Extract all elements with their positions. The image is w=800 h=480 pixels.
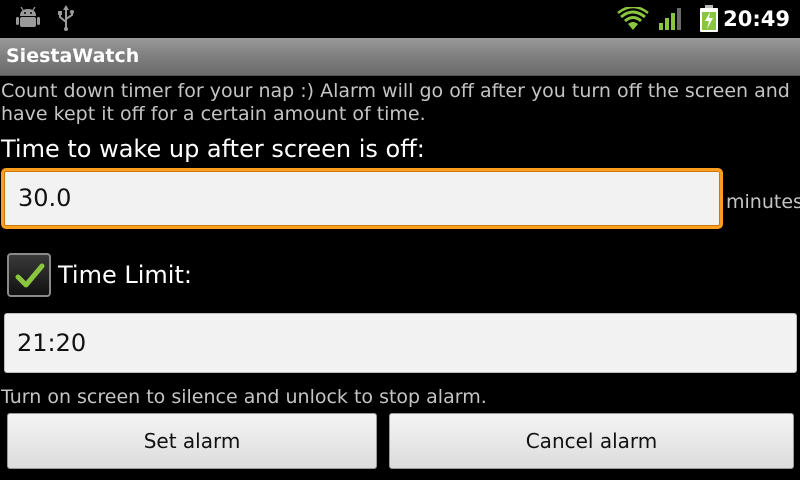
time-limit-label[interactable]: Time Limit: <box>58 260 192 290</box>
time-limit-input[interactable]: 21:20 <box>4 313 797 373</box>
description-text: Count down timer for your nap :) Alarm w… <box>1 80 790 125</box>
app-title: SiestaWatch <box>6 45 140 67</box>
usb-icon <box>57 5 75 35</box>
minutes-unit-label: minutes <box>726 191 800 213</box>
cancel-alarm-button[interactable]: Cancel alarm <box>389 413 794 469</box>
minutes-input[interactable]: 30.0 <box>1 168 723 229</box>
silence-hint: Turn on screen to silence and unlock to … <box>1 386 487 408</box>
battery-charging-icon <box>699 5 719 37</box>
time-limit-checkbox[interactable] <box>7 253 51 297</box>
check-icon <box>15 263 45 288</box>
app-title-bar: SiestaWatch <box>0 38 800 76</box>
wake-time-label: Time to wake up after screen is off: <box>1 135 425 163</box>
status-bar: 20:49 <box>0 0 800 38</box>
wifi-icon <box>617 5 649 35</box>
signal-icon <box>658 7 684 35</box>
android-debug-icon <box>16 6 40 33</box>
status-clock: 20:49 <box>723 7 790 31</box>
set-alarm-button[interactable]: Set alarm <box>7 413 377 469</box>
